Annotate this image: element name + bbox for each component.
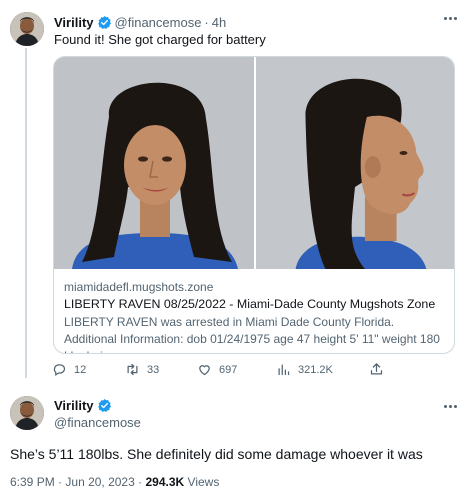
author-handle[interactable]: @financemose [54,415,141,430]
author-handle[interactable]: @financemose [115,15,202,30]
tweet-action-bar: 12 33 697 321.2K [52,362,392,380]
card-description: LIBERTY RAVEN was arrested in Miami Dade… [64,315,440,353]
thread-connector-line [25,48,27,378]
author-avatar[interactable] [10,12,44,46]
like-count: 697 [219,363,238,376]
like-button[interactable]: 697 [197,362,237,377]
share-button[interactable] [369,362,391,377]
card-domain: miamidadefl.mugshots.zone [64,280,214,294]
more-options-icon[interactable] [440,398,460,414]
tweet-header: Virility @financemose · 4h [54,13,460,31]
share-icon [370,363,383,375]
like-icon [199,365,210,376]
reply-button[interactable]: 12 [52,362,86,377]
tweet-meta: 6:39 PM · Jun 20, 2023 · 294.3K Views [10,475,219,489]
verified-badge-icon [97,15,111,29]
mugshot-front-photo [54,57,254,269]
tweet-author: Virility [54,398,115,413]
card-media [54,57,454,269]
retweet-count: 33 [147,363,160,376]
separator-dot: · [58,475,63,489]
author-avatar[interactable] [10,396,44,430]
reply-count: 12 [74,363,87,376]
views-button[interactable]: 321.2K [276,362,333,377]
views-label: Views [187,475,220,489]
reply-icon [53,364,66,376]
retweet-icon [127,363,138,376]
tweet-text: She’s 5’11 180lbs. She definitely did so… [10,446,423,462]
link-preview-card[interactable]: miamidadefl.mugshots.zone LIBERTY RAVEN … [53,56,455,354]
tweet-time[interactable]: 6:39 PM [10,475,55,489]
views-count: 294.3K [145,475,185,489]
separator-dot: · [138,475,143,489]
tweet-text: Found it! She got charged for battery [54,32,266,47]
views-icon [278,364,290,376]
retweet-button[interactable]: 33 [125,362,159,377]
mugshot-profile-photo [254,57,454,269]
more-options-icon[interactable] [440,10,460,26]
author-name[interactable]: Virility [54,15,94,30]
views-count: 321.2K [298,363,333,376]
author-name[interactable]: Virility [54,398,94,413]
tweet-age[interactable]: 4h [212,15,226,30]
tweet-date[interactable]: Jun 20, 2023 [65,475,134,489]
card-title: LIBERTY RAVEN 08/25/2022 - Miami-Dade Co… [64,297,436,311]
separator-dot: · [204,14,209,30]
verified-badge-icon [97,398,111,412]
